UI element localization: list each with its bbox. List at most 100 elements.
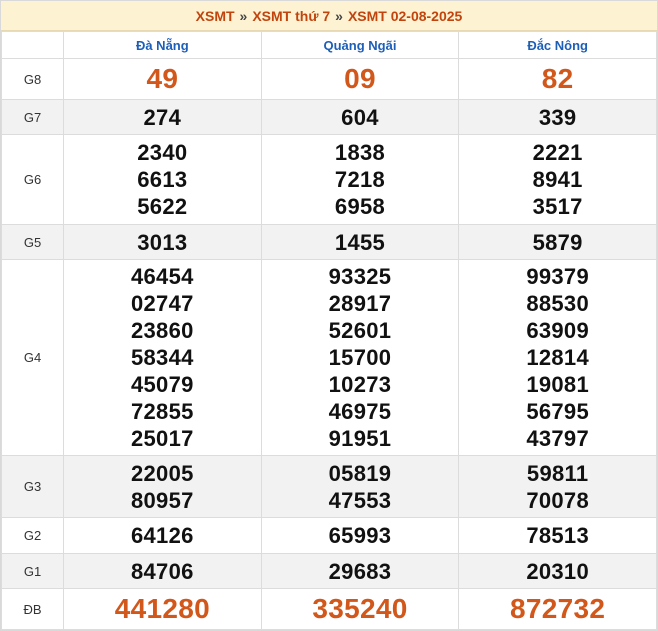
prize-cell: 2221 8941 3517 [458, 134, 657, 225]
prize-number: 59811 [526, 460, 589, 486]
prize-number: 63909 [526, 318, 589, 343]
prize-cell: 1838 7218 6958 [260, 134, 460, 225]
prize-row-g3: G3 22005 80957 05819 47553 59811 70078 [1, 455, 657, 518]
prize-cell: 604 [260, 99, 460, 135]
prize-label: G8 [1, 58, 64, 100]
prize-number: 10273 [328, 372, 392, 397]
prize-number: 22005 [130, 460, 194, 486]
prize-number: 12814 [526, 345, 589, 370]
prize-number: 2340 [137, 140, 188, 165]
prize-number: 99379 [526, 264, 589, 289]
prize-cell: 78513 [458, 517, 657, 554]
prize-cell: 65993 [260, 517, 460, 554]
prize-number: 7218 [334, 167, 386, 192]
prize-number: 52601 [328, 318, 392, 343]
prize-cell: 20310 [458, 553, 657, 589]
prize-label: ĐB [1, 588, 64, 630]
prize-cell: 3013 [63, 224, 262, 260]
prize-cell: 09 [260, 58, 460, 100]
prize-number: 65993 [328, 523, 392, 548]
prize-number: 335240 [312, 593, 408, 624]
prize-number: 6613 [137, 167, 188, 192]
province-header-dac-nong[interactable]: Đắc Nông [458, 31, 657, 59]
prize-cell: 274 [63, 99, 262, 135]
prize-number: 91951 [328, 426, 392, 451]
prize-cell: 339 [458, 99, 657, 135]
prize-cell: 59811 70078 [458, 455, 657, 518]
prize-row-g7: G7 274 604 339 [1, 99, 657, 135]
prize-cell: 872732 [458, 588, 657, 630]
prize-number: 23860 [130, 318, 194, 343]
prize-number: 56795 [526, 399, 589, 424]
prize-number: 28917 [328, 291, 392, 316]
province-link-da-nang[interactable]: Đà Nẵng [136, 38, 189, 53]
prize-number: 5879 [532, 229, 583, 255]
prize-number: 15700 [328, 345, 392, 370]
breadcrumb-day-link[interactable]: XSMT thứ 7 [252, 8, 330, 24]
prize-label: G2 [1, 517, 64, 554]
prize-cell: 22005 80957 [63, 455, 262, 518]
prize-cell: 2340 6613 5622 [63, 134, 262, 225]
prize-number: 3517 [532, 194, 583, 219]
prize-number: 70078 [526, 487, 589, 513]
prize-number: 2221 [532, 140, 583, 165]
prize-cell: 5879 [458, 224, 657, 260]
prize-cell: 29683 [260, 553, 460, 589]
prize-number: 872732 [510, 593, 606, 624]
prize-number: 09 [344, 63, 376, 94]
prize-number: 43797 [526, 426, 589, 451]
prize-label: G3 [1, 455, 64, 518]
prize-cell: 335240 [260, 588, 460, 630]
prize-cell: 64126 [63, 517, 262, 554]
prize-number: 6958 [334, 194, 386, 219]
prize-number: 72855 [130, 399, 194, 424]
results-panel: XSMT » XSMT thứ 7 » XSMT 02-08-2025 Đà N… [0, 0, 658, 631]
prize-number: 05819 [328, 460, 392, 486]
breadcrumb-separator: » [239, 7, 248, 24]
prize-number: 49 [146, 63, 179, 94]
prize-number: 88530 [526, 291, 589, 316]
breadcrumb-home-link[interactable]: XSMT [196, 8, 235, 24]
prize-row-g5: G5 3013 1455 5879 [1, 224, 657, 260]
prize-number: 5622 [137, 194, 188, 219]
breadcrumb-date-link[interactable]: XSMT 02-08-2025 [348, 8, 462, 24]
prize-number: 64126 [130, 523, 194, 548]
province-header-da-nang[interactable]: Đà Nẵng [63, 31, 262, 59]
prize-number: 274 [143, 104, 182, 130]
prize-number: 1455 [334, 229, 386, 255]
prize-number: 29683 [328, 558, 392, 584]
prize-number: 93325 [328, 264, 392, 289]
prize-row-db: ĐB 441280 335240 872732 [1, 588, 657, 630]
prize-number: 19081 [526, 372, 589, 397]
prize-label: G5 [1, 224, 64, 260]
prize-cell: 99379 88530 63909 12814 19081 56795 43797 [458, 259, 657, 456]
prize-number: 8941 [532, 167, 583, 192]
prize-number: 1838 [334, 140, 386, 165]
prize-number: 84706 [130, 558, 194, 584]
breadcrumb-separator: » [335, 7, 343, 24]
prize-number: 02747 [130, 291, 194, 316]
prize-number: 82 [541, 63, 574, 94]
prize-rows: G8 49 09 82 G7 274 604 339 G6 2340 6613 5622 1838 721… [1, 58, 657, 630]
prize-number: 20310 [526, 558, 589, 584]
prize-number: 47553 [328, 487, 392, 513]
prize-number: 78513 [526, 523, 589, 548]
prize-number: 3013 [137, 229, 188, 255]
prize-label: G1 [1, 553, 64, 589]
province-link-dac-nong[interactable]: Đắc Nông [527, 38, 588, 53]
prize-label: G6 [1, 134, 64, 225]
province-link-quang-ngai[interactable]: Quảng Ngãi [324, 38, 397, 53]
prize-number: 45079 [130, 372, 194, 397]
prize-cell: 49 [63, 58, 262, 100]
prize-number: 58344 [130, 345, 194, 370]
prize-number: 441280 [114, 593, 210, 624]
prize-row-g2: G2 64126 65993 78513 [1, 517, 657, 554]
prize-number: 80957 [130, 487, 194, 513]
prize-number: 46454 [130, 264, 194, 289]
prize-number: 25017 [130, 426, 194, 451]
prize-cell: 441280 [63, 588, 262, 630]
prize-number: 339 [538, 104, 577, 130]
province-header-quang-ngai[interactable]: Quảng Ngãi [260, 31, 460, 59]
prize-cell: 84706 [63, 553, 262, 589]
prize-cell: 05819 47553 [260, 455, 460, 518]
